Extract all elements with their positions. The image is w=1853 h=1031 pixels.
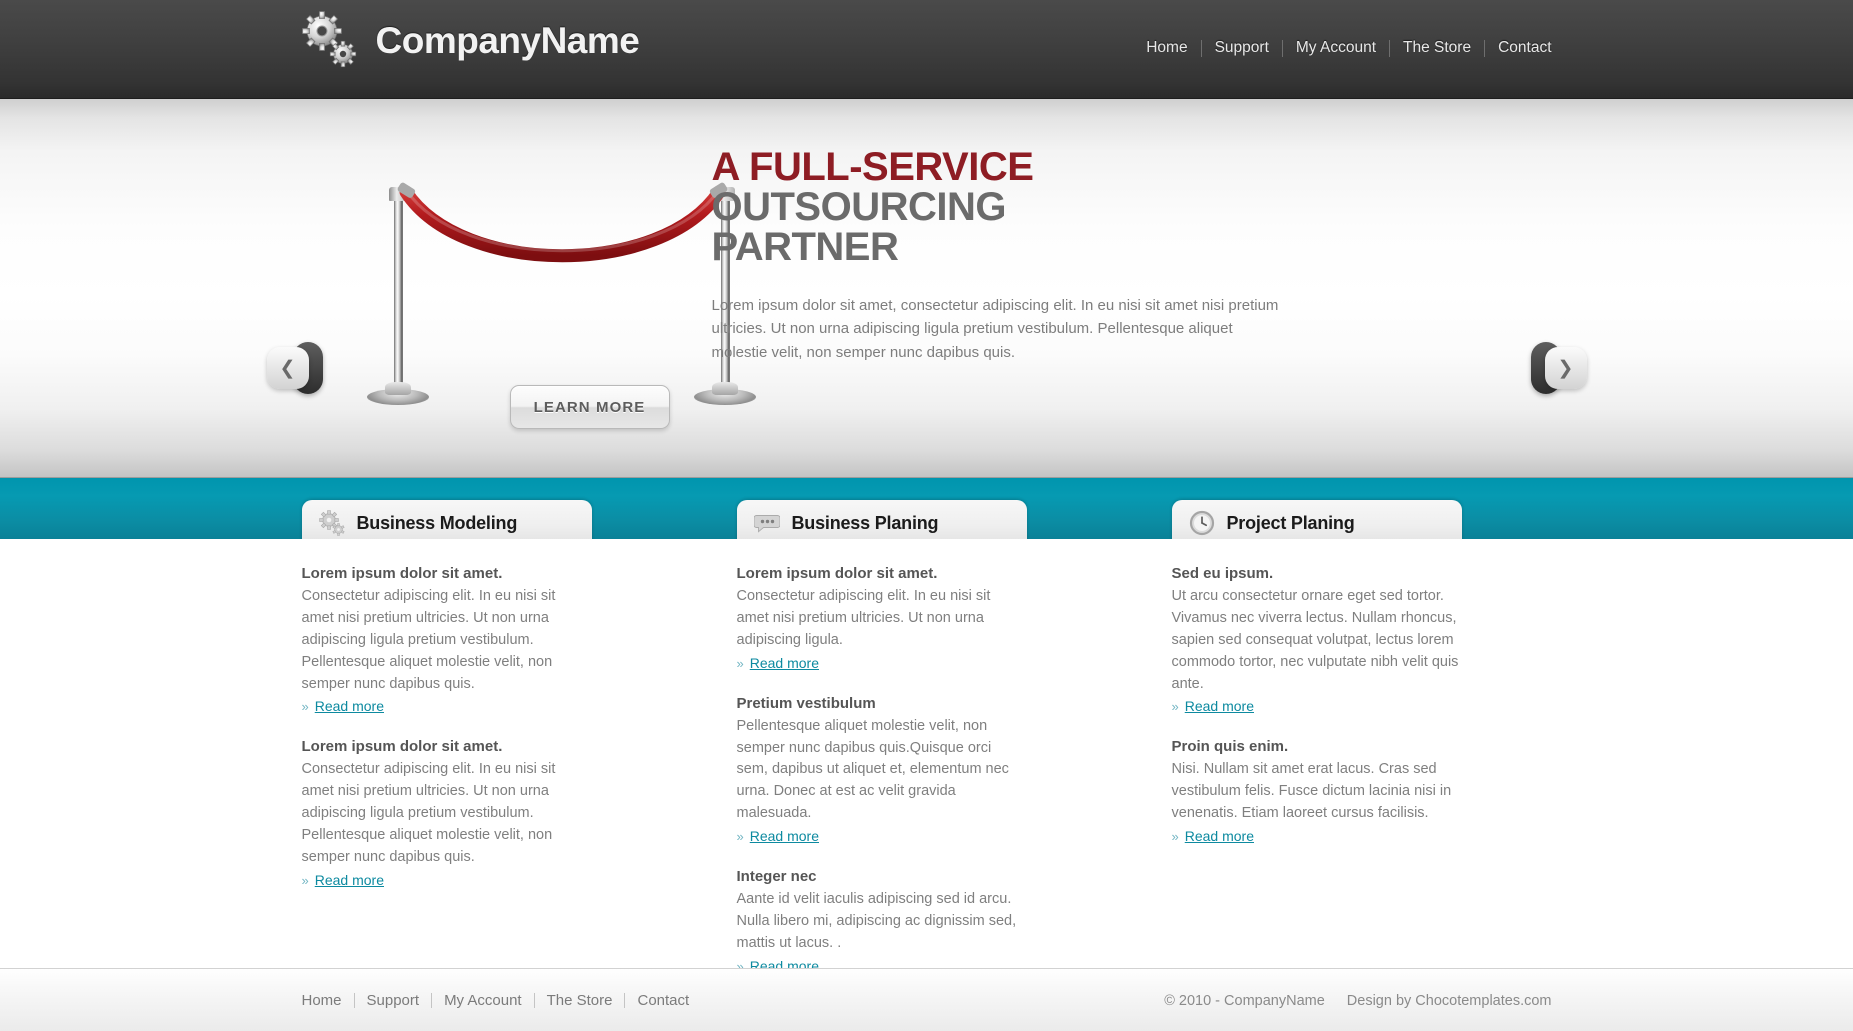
primary-nav: Home Support My Account The Store Contac… bbox=[1133, 39, 1552, 57]
content-block: Lorem ipsum dolor sit amet. Consectetur … bbox=[737, 565, 1027, 673]
block-body: Aante id velit iaculis adipiscing sed id… bbox=[736, 891, 1017, 951]
content-area: Lorem ipsum dolor sit amet. Consectetur … bbox=[0, 539, 1853, 974]
block-body: Ut arcu consectetur ornare eget sed tort… bbox=[1171, 588, 1459, 692]
speech-bubble-icon bbox=[753, 510, 780, 536]
column-business-modeling: Lorem ipsum dolor sit amet. Consectetur … bbox=[302, 565, 592, 998]
block-body: Nisi. Nullam sit amet erat lacus. Cras s… bbox=[1171, 761, 1452, 822]
hero-inner: LEARN MORE A FULL-SERVICE OUTSOURCING PA… bbox=[266, 99, 1587, 477]
block-body: Consectetur adipiscing elit. In eu nisi … bbox=[301, 588, 556, 692]
double-chevron-icon: » bbox=[736, 655, 744, 671]
read-more-link[interactable]: » Read more bbox=[1172, 828, 1255, 844]
nav-item-my-account[interactable]: My Account bbox=[1283, 39, 1389, 57]
read-more-label[interactable]: Read more bbox=[1185, 698, 1254, 714]
double-chevron-icon: » bbox=[301, 872, 309, 888]
read-more-label[interactable]: Read more bbox=[750, 655, 819, 671]
copyright-text: © 2010 - CompanyName bbox=[1164, 992, 1325, 1009]
content-block: Proin quis enim. Nisi. Nullam sit amet e… bbox=[1172, 738, 1462, 846]
double-chevron-icon: » bbox=[736, 829, 744, 845]
header-inner: CompanyName Home Support My Account The … bbox=[301, 0, 1552, 99]
read-more-link[interactable]: » Read more bbox=[737, 655, 820, 671]
block-heading: Lorem ipsum dolor sit amet. bbox=[301, 738, 503, 756]
content-block: Lorem ipsum dolor sit amet. Consectetur … bbox=[302, 565, 592, 716]
logo[interactable]: CompanyName bbox=[301, 10, 640, 72]
footer-nav-item-support[interactable]: Support bbox=[355, 992, 432, 1009]
content-block: Integer nec Aante id velit iaculis adipi… bbox=[737, 868, 1027, 976]
hero-paragraph: Lorem ipsum dolor sit amet, consectetur … bbox=[711, 297, 1279, 361]
block-heading: Sed eu ipsum. bbox=[1171, 565, 1274, 582]
block-heading: Lorem ipsum dolor sit amet. bbox=[736, 565, 938, 582]
content-block: Pretium vestibulum Pellentesque aliquet … bbox=[737, 695, 1027, 846]
brand-name: CompanyName bbox=[375, 20, 640, 61]
nav-item-home[interactable]: Home bbox=[1133, 39, 1200, 57]
content-columns: Lorem ipsum dolor sit amet. Consectetur … bbox=[302, 539, 1552, 998]
clock-icon bbox=[1189, 510, 1215, 536]
headline-line-gray-1: OUTSOURCING bbox=[711, 185, 1007, 229]
block-heading: Pretium vestibulum bbox=[736, 694, 876, 712]
footer-nav-item-home[interactable]: Home bbox=[302, 992, 354, 1009]
read-more-label[interactable]: Read more bbox=[750, 828, 819, 844]
slider-next-button[interactable]: ❯ bbox=[1529, 339, 1587, 397]
read-more-label[interactable]: Read more bbox=[315, 872, 384, 888]
read-more-label[interactable]: Read more bbox=[315, 698, 384, 714]
tab-label: Business Modeling bbox=[356, 512, 518, 533]
column-business-planing: Lorem ipsum dolor sit amet. Consectetur … bbox=[737, 565, 1027, 998]
column-project-planing: Sed eu ipsum. Ut arcu consectetur ornare… bbox=[1172, 565, 1462, 998]
footer-nav-item-my-account[interactable]: My Account bbox=[432, 992, 534, 1009]
footer-nav: Home Support My Account The Store Contac… bbox=[302, 992, 702, 1009]
footer-nav-item-contact[interactable]: Contact bbox=[625, 992, 701, 1009]
footer-inner: Home Support My Account The Store Contac… bbox=[302, 969, 1552, 1031]
slider-prev-button[interactable]: ❮ bbox=[266, 339, 325, 397]
gears-icon bbox=[301, 10, 362, 72]
chevron-left-icon: ❮ bbox=[266, 347, 309, 389]
double-chevron-icon: » bbox=[1171, 699, 1179, 715]
block-body: Consectetur adipiscing elit. In eu nisi … bbox=[736, 588, 991, 648]
nav-item-contact[interactable]: Contact bbox=[1485, 39, 1551, 57]
read-more-label[interactable]: Read more bbox=[1185, 828, 1254, 844]
footer-credits: © 2010 - CompanyName Design by Chocotemp… bbox=[1164, 993, 1551, 1009]
section-tabs-band: Business Modeling Business Planing Proje… bbox=[0, 477, 1853, 546]
footer-nav-item-the-store[interactable]: The Store bbox=[535, 992, 625, 1009]
block-heading: Proin quis enim. bbox=[1171, 738, 1289, 756]
block-heading: Lorem ipsum dolor sit amet. bbox=[301, 565, 503, 582]
chevron-right-icon: ❯ bbox=[1544, 347, 1587, 389]
site-header: CompanyName Home Support My Account The … bbox=[0, 0, 1853, 99]
double-chevron-icon: » bbox=[1171, 829, 1179, 845]
block-body: Pellentesque aliquet molestie velit, non… bbox=[736, 717, 1009, 822]
gears-icon bbox=[318, 510, 345, 536]
headline-line-red: A FULL-SERVICE bbox=[711, 145, 1034, 189]
headline-line-gray-2: PARTNER bbox=[711, 225, 899, 269]
learn-more-button[interactable]: LEARN MORE bbox=[509, 385, 670, 429]
nav-item-the-store[interactable]: The Store bbox=[1390, 39, 1484, 57]
content-block: Sed eu ipsum. Ut arcu consectetur ornare… bbox=[1172, 565, 1462, 716]
page-root: CompanyName Home Support My Account The … bbox=[0, 0, 1853, 1031]
tab-label: Project Planing bbox=[1226, 512, 1355, 533]
hero-slider: LEARN MORE A FULL-SERVICE OUTSOURCING PA… bbox=[0, 99, 1853, 477]
double-chevron-icon: » bbox=[301, 699, 309, 715]
content-block: Lorem ipsum dolor sit amet. Consectetur … bbox=[302, 738, 592, 889]
site-footer: Home Support My Account The Store Contac… bbox=[0, 968, 1853, 1031]
velvet-rope-illustration: LEARN MORE bbox=[367, 159, 756, 429]
tab-label: Business Planing bbox=[791, 512, 939, 533]
read-more-link[interactable]: » Read more bbox=[1172, 698, 1255, 714]
design-credit-text: Design by Chocotemplates.com bbox=[1346, 992, 1552, 1009]
block-heading: Integer nec bbox=[736, 868, 817, 886]
hero-headline: A FULL-SERVICE OUTSOURCING PARTNER bbox=[712, 147, 1312, 267]
velvet-rope-icon bbox=[397, 182, 727, 263]
hero-text: A FULL-SERVICE OUTSOURCING PARTNER Lorem… bbox=[712, 147, 1312, 364]
read-more-link[interactable]: » Read more bbox=[737, 828, 820, 844]
read-more-link[interactable]: » Read more bbox=[302, 872, 385, 888]
read-more-link[interactable]: » Read more bbox=[302, 698, 385, 714]
block-body: Consectetur adipiscing elit. In eu nisi … bbox=[301, 761, 556, 866]
nav-item-support[interactable]: Support bbox=[1202, 39, 1282, 57]
